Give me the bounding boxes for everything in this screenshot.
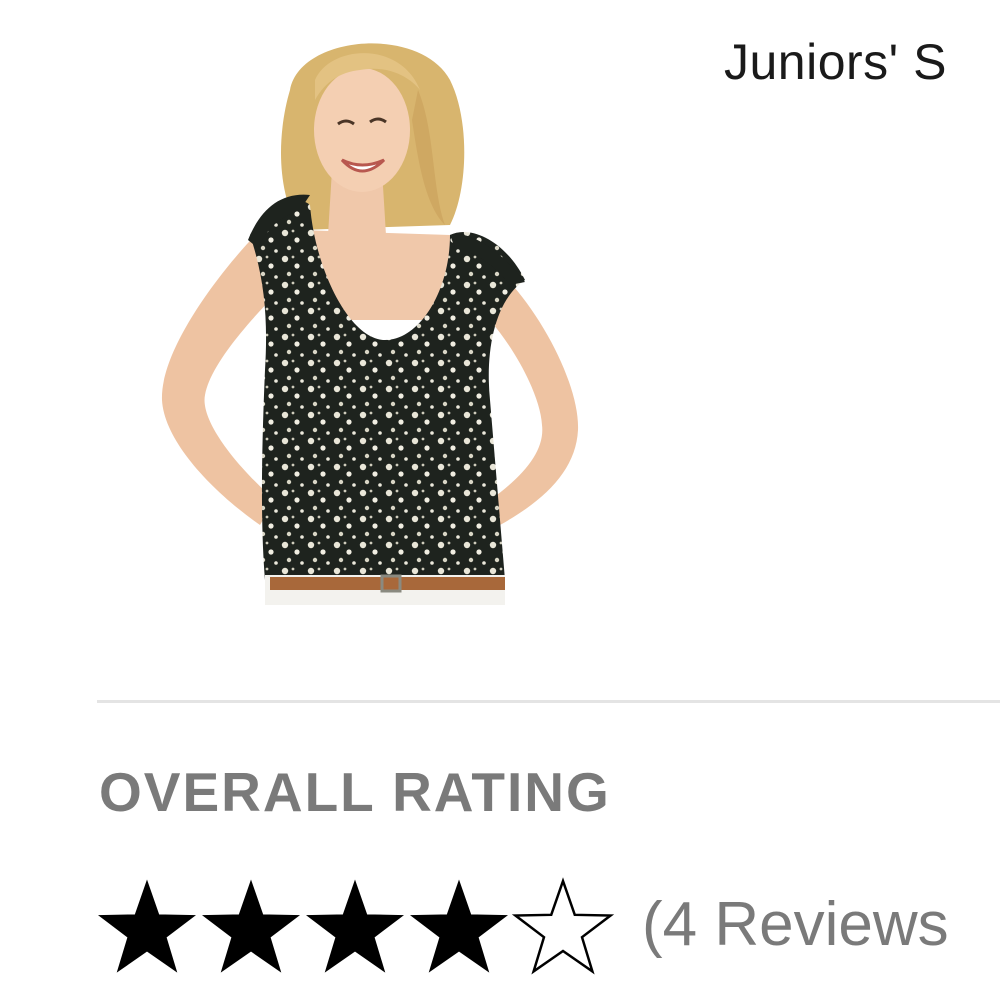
product-title[interactable]: Juniors' S <box>724 32 947 92</box>
star-filled-icon <box>306 879 404 973</box>
section-divider <box>97 700 1000 703</box>
product-review-page: Juniors' S OVERALL RATING (4 Reviews <box>0 0 1000 1000</box>
star-rating <box>95 875 615 979</box>
star-empty-icon <box>511 877 615 975</box>
star-filled-icon <box>202 879 300 973</box>
review-count-link[interactable]: (4 Reviews <box>642 888 949 962</box>
star-filled-icon <box>410 879 508 973</box>
overall-rating-heading: OVERALL RATING <box>99 761 611 823</box>
star-filled-icon <box>98 879 196 973</box>
product-image[interactable] <box>150 20 590 605</box>
